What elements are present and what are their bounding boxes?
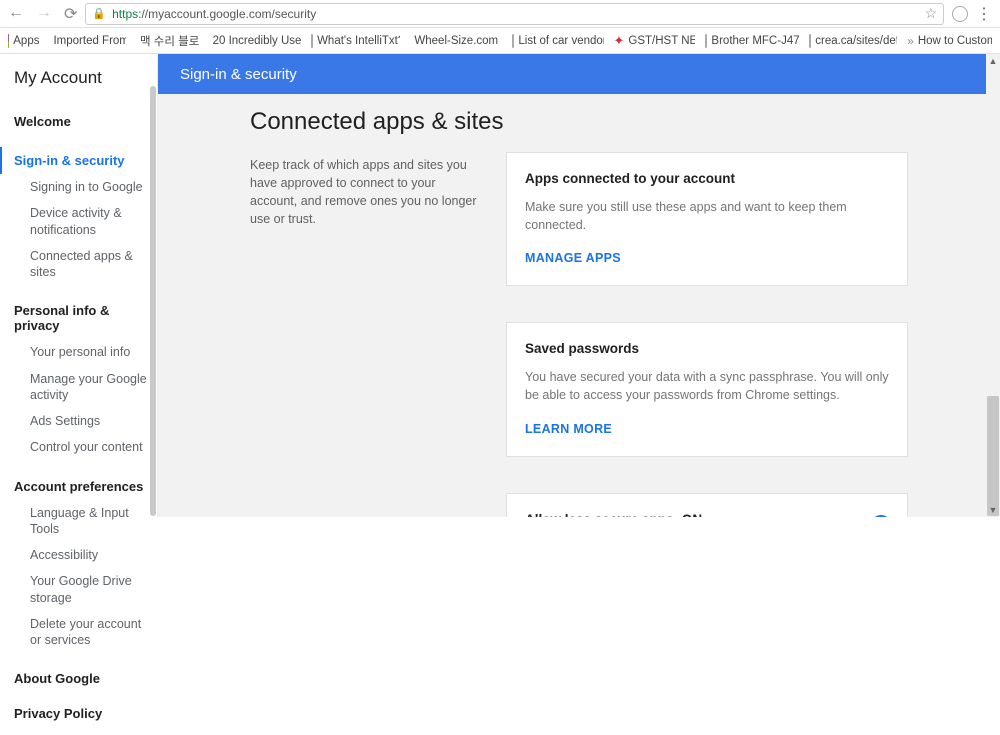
extension-icon[interactable] — [952, 6, 968, 22]
bookmark-label: 맥 수리 블로그 — [140, 33, 199, 49]
intro-text: Keep track of which apps and sites you h… — [250, 152, 484, 517]
url-rest: ://myaccount.google.com/security — [138, 7, 316, 21]
sidebar-item-accessibility[interactable]: Accessibility — [14, 542, 157, 568]
apps-icon — [8, 34, 9, 48]
bookmark-item[interactable]: 20 Incredibly Useful V — [209, 34, 301, 48]
bookmark-label: How to Customize Te — [918, 35, 992, 47]
sidebar: My Account Welcome Sign-in & security Si… — [0, 54, 158, 517]
content-area: Connected apps & sites Keep track of whi… — [158, 94, 1000, 517]
page-header-title: Sign-in & security — [180, 66, 297, 83]
sidebar-item-connected-apps[interactable]: Connected apps & sites — [14, 243, 157, 286]
maple-leaf-icon: ✦ — [614, 34, 625, 48]
sidebar-item-personal-info[interactable]: Your personal info — [14, 339, 157, 365]
manage-apps-link[interactable]: MANAGE APPS — [525, 251, 621, 265]
nav-reload-button[interactable]: ⟳ — [64, 4, 77, 24]
sidebar-item-drive-storage[interactable]: Your Google Drive storage — [14, 568, 157, 611]
nav-forward-button[interactable]: → — [36, 4, 52, 24]
learn-more-link[interactable]: LEARN MORE — [525, 422, 612, 436]
bookmark-label: What's IntelliTxt? - Vi — [317, 35, 400, 47]
browser-menu-button[interactable]: ⋮ — [976, 4, 992, 24]
card-body: Make sure you still use these apps and w… — [525, 198, 889, 234]
sidebar-head-account-prefs[interactable]: Account preferences — [14, 473, 157, 500]
lock-icon: 🔒 — [92, 7, 106, 20]
bookmark-item[interactable]: List of car vendors an — [512, 34, 603, 48]
page-scrollbar-thumb[interactable] — [987, 396, 999, 516]
scroll-up-arrow[interactable]: ▲ — [988, 56, 998, 66]
bookmark-label: Wheel-Size.com :: Re — [414, 35, 502, 47]
favicon-icon — [512, 34, 514, 48]
bookmark-label: Brother MFC-J470DW — [711, 35, 799, 47]
bookmark-item[interactable]: What's IntelliTxt? - Vi — [311, 34, 400, 48]
bookmark-item[interactable]: crea.ca/sites/default/ — [809, 34, 897, 48]
bookmark-label: 20 Incredibly Useful V — [213, 35, 301, 47]
sidebar-item-manage-activity[interactable]: Manage your Google activity — [14, 366, 157, 409]
bookmark-apps[interactable]: Apps — [8, 34, 39, 48]
bookmark-star-icon[interactable]: ☆ — [924, 5, 937, 22]
sidebar-head-welcome[interactable]: Welcome — [14, 108, 157, 135]
sidebar-item-signing-in[interactable]: Signing in to Google — [14, 174, 157, 200]
card-title: Apps connected to your account — [525, 171, 889, 186]
bookmarks-bar: Apps Imported From IE 맥 수리 블로그 20 Incred… — [0, 28, 1000, 54]
chevron-icon: » — [907, 34, 914, 48]
address-bar[interactable]: 🔒 https://myaccount.google.com/security … — [85, 3, 944, 25]
favicon-icon — [809, 34, 811, 48]
sidebar-head-about-google[interactable]: About Google — [14, 665, 157, 692]
bookmark-label: GST/HST NETFILE — [628, 35, 695, 47]
browser-toolbar: ← → ⟳ 🔒 https://myaccount.google.com/sec… — [0, 0, 1000, 28]
page-heading: Connected apps & sites — [250, 108, 908, 136]
card-title: Allow less secure apps: ON — [525, 512, 702, 518]
bookmark-label: List of car vendors an — [518, 35, 603, 47]
card-title: Saved passwords — [525, 341, 889, 356]
page-header-bar: Sign-in & security — [158, 54, 1000, 94]
bookmark-item[interactable]: Brother MFC-J470DW — [705, 34, 799, 48]
bookmark-item[interactable]: 맥 수리 블로그 — [136, 33, 199, 49]
sidebar-item-control-content[interactable]: Control your content — [14, 434, 157, 460]
nav-back-button[interactable]: ← — [8, 4, 24, 24]
page-scrollbar-track[interactable]: ▲ ▼ — [986, 54, 1000, 517]
url-scheme: https — [112, 7, 138, 21]
sidebar-head-personal-info[interactable]: Personal info & privacy — [14, 297, 157, 339]
bookmark-item[interactable]: ✦GST/HST NETFILE — [614, 34, 696, 48]
card-saved-passwords: Saved passwords You have secured your da… — [506, 322, 908, 456]
bookmark-item[interactable]: Imported From IE — [49, 34, 126, 48]
sidebar-title: My Account — [0, 66, 157, 104]
sidebar-scrollbar[interactable] — [150, 86, 156, 516]
card-body: You have secured your data with a sync p… — [525, 368, 889, 404]
scroll-down-arrow[interactable]: ▼ — [988, 505, 998, 515]
sidebar-item-delete-account[interactable]: Delete your account or services — [14, 611, 157, 654]
favicon-icon — [705, 34, 707, 48]
sidebar-item-ads-settings[interactable]: Ads Settings — [14, 408, 157, 434]
bookmark-item[interactable]: » How to Customize Te — [907, 34, 992, 48]
card-less-secure-apps: Allow less secure apps: ON Some apps and… — [506, 493, 908, 518]
bookmark-label: Apps — [13, 35, 39, 47]
bookmark-label: Imported From IE — [53, 35, 126, 47]
sidebar-item-device-activity[interactable]: Device activity & notifications — [14, 200, 157, 243]
bookmark-label: crea.ca/sites/default/ — [815, 35, 897, 47]
favicon-icon — [311, 34, 313, 48]
sidebar-head-privacy-policy[interactable]: Privacy Policy — [14, 700, 157, 727]
sidebar-head-signin-security[interactable]: Sign-in & security — [0, 147, 157, 174]
bookmark-item[interactable]: Wheel-Size.com :: Re — [410, 34, 502, 48]
card-connected-apps: Apps connected to your account Make sure… — [506, 152, 908, 286]
sidebar-item-language[interactable]: Language & Input Tools — [14, 500, 157, 543]
